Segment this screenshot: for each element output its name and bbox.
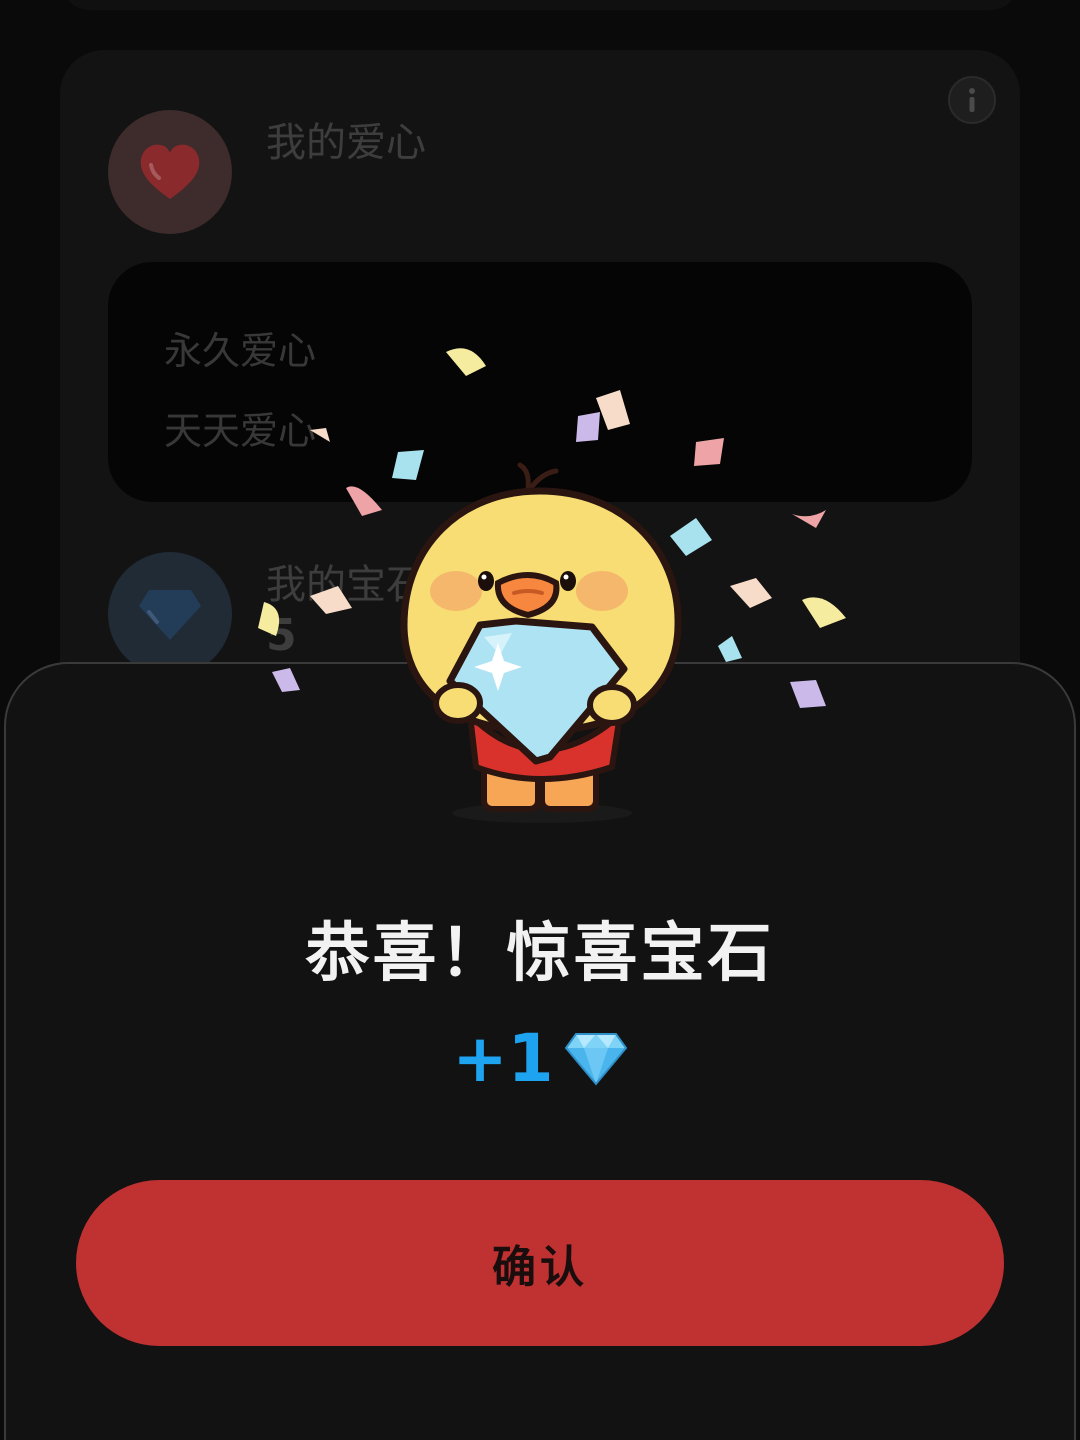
- reward-amount-row: +1: [0, 1020, 1080, 1097]
- duck-mascot-illustration: [400, 462, 682, 823]
- reward-title: 恭喜！惊喜宝石: [305, 917, 775, 991]
- app-screen: 我的爱心 永久爱心 天天爱心 我的宝石 5 恭喜！惊喜宝石 +1 确认: [0, 0, 1080, 1440]
- confirm-button[interactable]: 确认: [76, 1180, 1004, 1346]
- gem-icon: [564, 1032, 627, 1086]
- reward-amount: +1: [452, 1020, 554, 1097]
